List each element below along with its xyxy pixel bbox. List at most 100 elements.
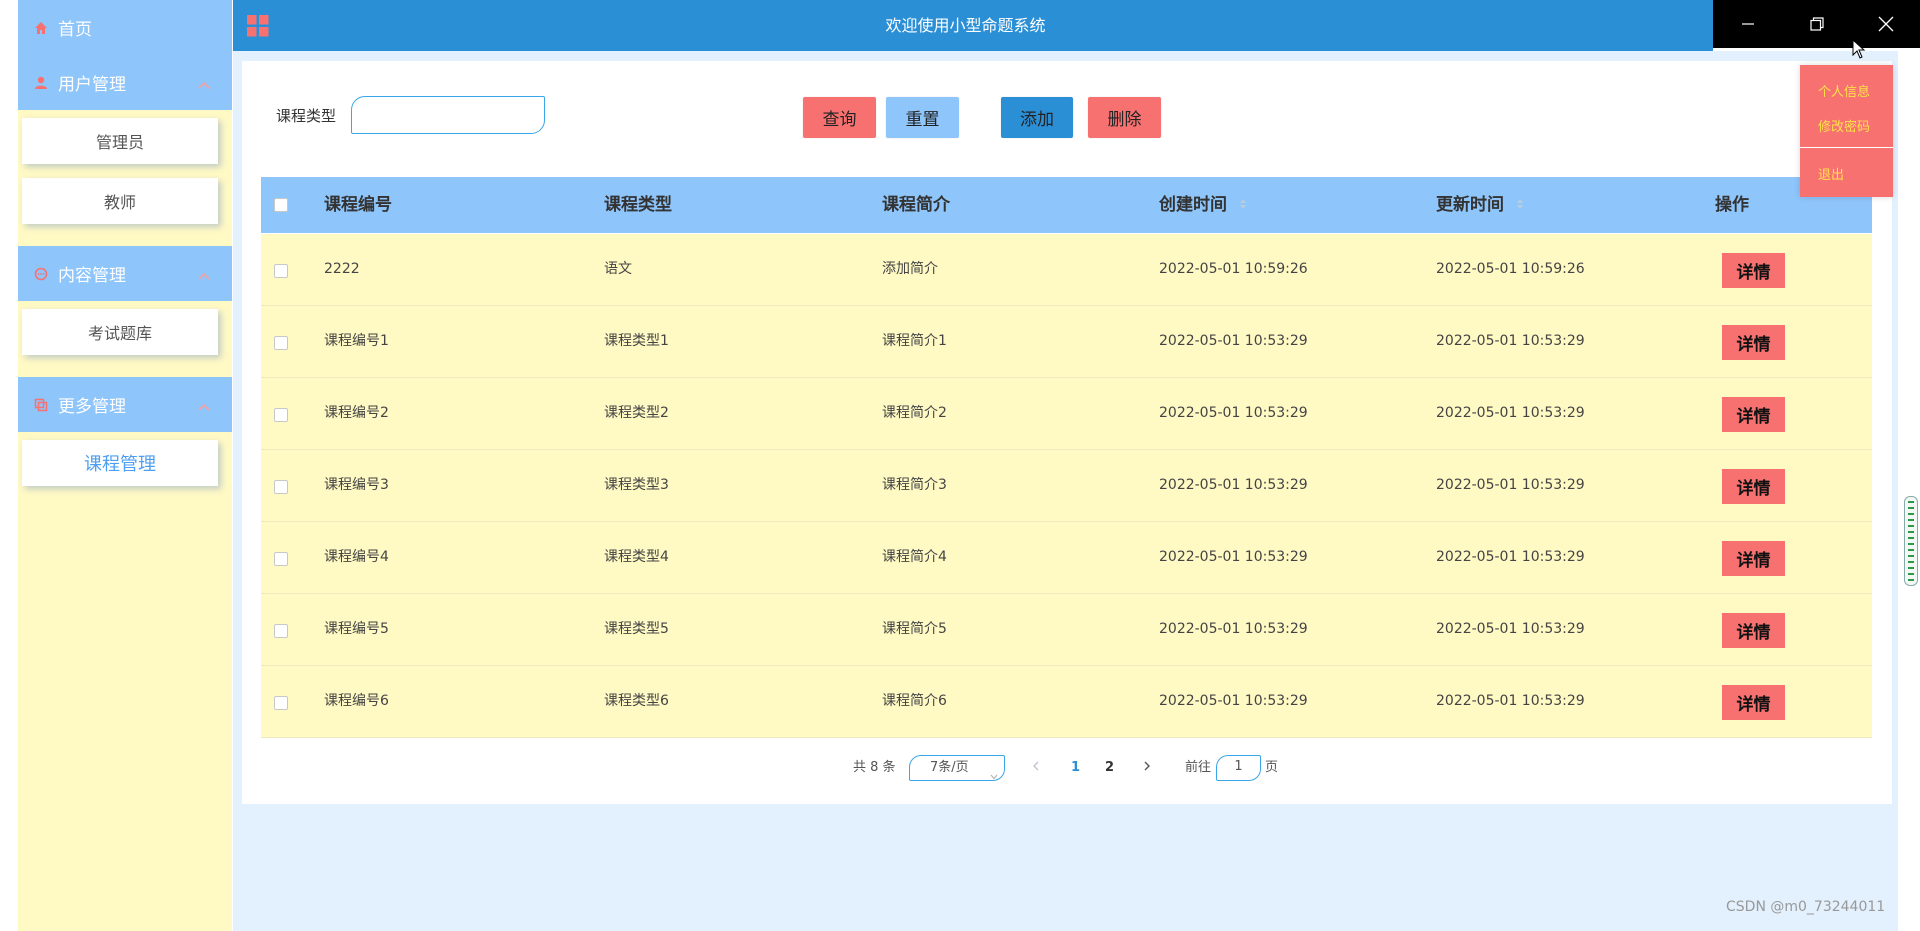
cell-intro: 课程简介2 xyxy=(882,405,947,421)
sidebar-submenu-user: 管理员 教师 xyxy=(18,110,232,246)
cell-updated: 2022-05-01 10:53:29 xyxy=(1436,405,1585,421)
table-row: 课程编号6 课程类型6 课程简介6 2022-05-01 10:53:29 20… xyxy=(261,666,1872,738)
cell-code: 课程编号6 xyxy=(324,693,389,709)
row-checkbox[interactable] xyxy=(274,696,288,710)
menu-item-logout[interactable]: 退出 xyxy=(1818,164,1844,183)
cell-code: 课程编号1 xyxy=(324,333,389,349)
menu-item-profile[interactable]: 个人信息 xyxy=(1818,81,1870,100)
goto-label: 前往 xyxy=(1185,760,1212,775)
column-header-type: 课程类型 xyxy=(604,195,672,215)
page-number[interactable]: 2 xyxy=(1105,755,1114,781)
sort-icon[interactable] xyxy=(1239,177,1247,233)
cell-type: 课程类型1 xyxy=(604,333,669,349)
menu-item-change-password[interactable]: 修改密码 xyxy=(1818,116,1870,135)
sort-icon[interactable] xyxy=(1516,177,1524,233)
cell-updated: 2022-05-01 10:53:29 xyxy=(1436,549,1585,565)
sidebar-group-label: 更多管理 xyxy=(58,397,126,417)
close-icon xyxy=(1878,16,1893,32)
minimize-button[interactable] xyxy=(1713,0,1782,48)
column-header-label: 更新时间 xyxy=(1436,195,1504,215)
sidebar-item-home[interactable]: 首页 xyxy=(18,0,232,55)
row-checkbox[interactable] xyxy=(274,552,288,566)
cell-code: 2222 xyxy=(324,261,360,277)
sidebar-submenu-content: 考试题库 xyxy=(18,301,232,377)
column-header-actions: 操作 xyxy=(1715,195,1749,215)
detail-button[interactable]: 详情 xyxy=(1722,253,1785,288)
user-icon xyxy=(34,76,48,90)
sidebar-group-user[interactable]: 用户管理 xyxy=(18,55,232,110)
cell-intro: 课程简介3 xyxy=(882,477,947,493)
chevron-up-icon xyxy=(198,74,210,94)
table-row: 课程编号5 课程类型5 课程简介5 2022-05-01 10:53:29 20… xyxy=(261,594,1872,666)
cell-type: 语文 xyxy=(604,261,632,277)
next-page-button[interactable] xyxy=(1143,755,1151,781)
menu-divider xyxy=(1800,147,1893,148)
window-gutter xyxy=(0,0,18,931)
column-header-code: 课程编号 xyxy=(324,195,392,215)
copy-icon xyxy=(34,398,48,412)
top-bar: 欢迎使用小型命题系统 xyxy=(233,0,1713,51)
detail-button[interactable]: 详情 xyxy=(1722,541,1785,576)
window-controls xyxy=(1713,0,1920,48)
table-row: 课程编号2 课程类型2 课程简介2 2022-05-01 10:53:29 20… xyxy=(261,378,1872,450)
column-header-created[interactable]: 创建时间 xyxy=(1159,177,1247,233)
search-input[interactable] xyxy=(351,96,545,134)
cell-intro: 课程简介5 xyxy=(882,621,947,637)
row-checkbox[interactable] xyxy=(274,336,288,350)
cell-code: 课程编号3 xyxy=(324,477,389,493)
row-checkbox[interactable] xyxy=(274,480,288,494)
cell-updated: 2022-05-01 10:59:26 xyxy=(1436,261,1585,277)
cell-created: 2022-05-01 10:53:29 xyxy=(1159,693,1308,709)
chevron-up-icon xyxy=(198,265,210,285)
sidebar-submenu-more: 课程管理 xyxy=(18,432,232,508)
detail-button[interactable]: 详情 xyxy=(1722,469,1785,504)
cell-updated: 2022-05-01 10:53:29 xyxy=(1436,693,1585,709)
cell-code: 课程编号4 xyxy=(324,549,389,565)
sidebar-group-more[interactable]: 更多管理 xyxy=(18,377,232,432)
minimize-icon xyxy=(1741,23,1754,25)
pagination-total: 共 8 条 xyxy=(853,760,896,775)
prev-page-button[interactable] xyxy=(1032,755,1040,781)
reset-button[interactable]: 重置 xyxy=(886,97,959,138)
detail-button[interactable]: 详情 xyxy=(1722,613,1785,648)
cell-type: 课程类型3 xyxy=(604,477,669,493)
cell-created: 2022-05-01 10:53:29 xyxy=(1159,405,1308,421)
chat-icon xyxy=(34,267,48,281)
sidebar: 首页 用户管理 管理员 教师 内容管理 考试题库 更多管理 课程管理 xyxy=(18,0,232,931)
sidebar-group-content[interactable]: 内容管理 xyxy=(18,246,232,301)
cell-updated: 2022-05-01 10:53:29 xyxy=(1436,477,1585,493)
cell-created: 2022-05-01 10:53:29 xyxy=(1159,549,1308,565)
goto-page-input[interactable]: 1 xyxy=(1216,755,1261,781)
cell-intro: 课程简介1 xyxy=(882,333,947,349)
sidebar-item-admin[interactable]: 管理员 xyxy=(22,118,218,164)
sidebar-item-teacher[interactable]: 教师 xyxy=(22,178,218,224)
page-scrollbar-thumb[interactable] xyxy=(1904,496,1918,586)
sidebar-group-label: 内容管理 xyxy=(58,266,126,286)
column-header-updated[interactable]: 更新时间 xyxy=(1436,177,1524,233)
sidebar-item-label: 首页 xyxy=(58,20,92,40)
page-number-current[interactable]: 1 xyxy=(1071,755,1080,781)
cell-code: 课程编号2 xyxy=(324,405,389,421)
detail-button[interactable]: 详情 xyxy=(1722,325,1785,360)
page-size-value: 7条/页 xyxy=(930,760,969,775)
cell-intro: 课程简介6 xyxy=(882,693,947,709)
cell-intro: 添加简介 xyxy=(882,261,938,277)
column-header-label: 创建时间 xyxy=(1159,195,1227,215)
restore-button[interactable] xyxy=(1782,0,1851,48)
detail-button[interactable]: 详情 xyxy=(1722,685,1785,720)
cell-type: 课程类型5 xyxy=(604,621,669,637)
page-size-select[interactable]: 7条/页 xyxy=(909,755,1005,781)
row-checkbox[interactable] xyxy=(274,408,288,422)
sidebar-item-exam-bank[interactable]: 考试题库 xyxy=(22,309,218,355)
query-button[interactable]: 查询 xyxy=(803,97,876,138)
delete-button[interactable]: 删除 xyxy=(1088,97,1161,138)
cell-created: 2022-05-01 10:53:29 xyxy=(1159,621,1308,637)
select-all-checkbox[interactable] xyxy=(274,198,288,212)
home-icon xyxy=(34,21,48,35)
cell-type: 课程类型2 xyxy=(604,405,669,421)
row-checkbox[interactable] xyxy=(274,624,288,638)
detail-button[interactable]: 详情 xyxy=(1722,397,1785,432)
add-button[interactable]: 添加 xyxy=(1001,97,1073,138)
sidebar-item-course-management[interactable]: 课程管理 xyxy=(22,440,218,486)
row-checkbox[interactable] xyxy=(274,264,288,278)
